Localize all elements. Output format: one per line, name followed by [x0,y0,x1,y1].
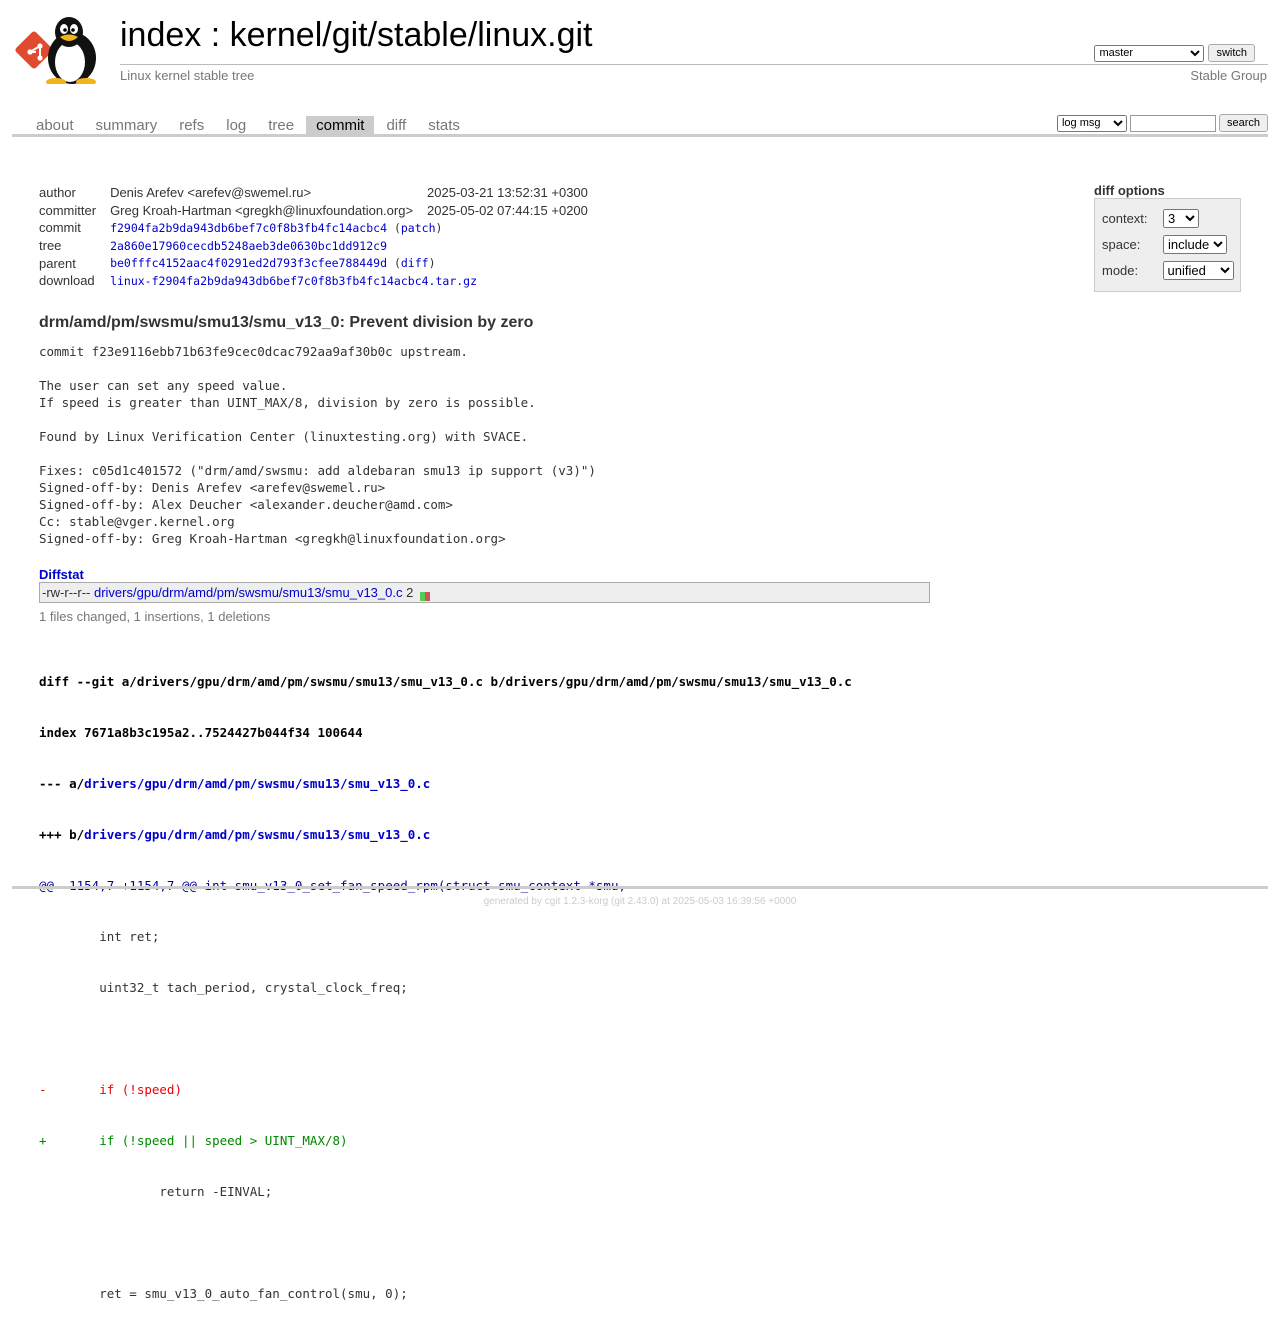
context-option: context: 3 [1102,209,1234,228]
diff-old-file-link[interactable]: drivers/gpu/drm/amd/pm/swsmu/smu13/smu_v… [84,776,430,791]
diff-plus-prefix: +++ b/ [39,827,85,842]
tab-stats[interactable]: stats [418,116,470,135]
footer-git-version: (git 2.43.0) [610,896,659,907]
context-select[interactable]: 3 [1163,209,1199,228]
diff-new-file-link[interactable]: drivers/gpu/drm/amd/pm/swsmu/smu13/smu_v… [84,827,430,842]
committer-date: 2025-05-02 07:44:15 +0200 [427,202,588,218]
cgit-link[interactable]: cgit 1.2.3-korg [545,896,608,907]
mode-label: mode: [1102,263,1139,278]
diffstat-change-count: 2 [406,585,414,600]
parent-diff-link[interactable]: diff [401,256,429,270]
space-label: space: [1102,237,1141,252]
tab-refs[interactable]: refs [169,116,214,135]
space-select[interactable]: include [1163,235,1227,254]
diff-line: uint32_t tach_period, crystal_clock_freq… [39,980,408,995]
diff-line: ret = smu_v13_0_auto_fan_control(smu, 0)… [39,1286,408,1301]
tab-tree[interactable]: tree [258,116,304,135]
author-value: Denis Arefev <arefev@swemel.ru> [110,185,312,201]
diff-options-panel: context: 3 space: include mode: unified [1094,198,1241,292]
parent-label: parent [39,255,76,271]
commit-row: commit f2904fa2b9da943db6bef7c0f8b3fb4fc… [39,219,602,237]
commit-label: commit [39,220,81,236]
cgit-logo[interactable] [14,12,110,86]
tree-sha-cell: 2a860e17960cecdb5248aeb3de0630bc1dd912c9 [110,237,602,255]
tab-diff[interactable]: diff [376,116,416,135]
tab-bar: about summary refs log tree commit diff … [12,114,1268,137]
diff-index-line: index 7671a8b3c195a2..7524427b044f34 100… [39,725,363,740]
diff-minus-prefix: --- a/ [39,776,85,791]
search-button[interactable]: search [1218,114,1268,132]
context-label: context: [1102,211,1148,226]
footer: generated by cgit 1.2.3-korg (git 2.43.0… [0,896,1280,907]
branch-select[interactable]: master [1094,44,1205,62]
tab-commit[interactable]: commit [306,116,375,135]
download-tarball-link[interactable]: linux-f2904fa2b9da943db6bef7c0f8b3fb4fc1… [110,274,477,288]
diff-git-header: diff --git a/drivers/gpu/drm/amd/pm/swsm… [39,674,852,689]
committer-label: committer [39,202,97,218]
parent-row: parent be0fffc4152aac4f0291ed2d793f3cfee… [39,254,602,272]
search-input[interactable] [1129,114,1216,132]
patch-link[interactable]: patch [401,221,436,235]
tab-summary[interactable]: summary [86,116,168,135]
download-row: download linux-f2904fa2b9da943db6bef7c0f… [39,272,602,290]
title-index-link[interactable]: index [120,16,201,54]
parent-sha-cell: be0fffc4152aac4f0291ed2d793f3cfee788449d… [110,256,436,271]
repo-description: Linux kernel stable tree [120,68,255,83]
mode-option: mode: unified [1102,261,1234,280]
diff-line-added: + if (!speed || speed > UINT_MAX/8) [39,1133,348,1148]
tree-label: tree [39,238,62,254]
tab-log[interactable]: log [216,116,256,135]
diffstat-summary: 1 files changed, 1 insertions, 1 deletio… [39,609,271,624]
branch-switch-form: master switch [1094,44,1255,62]
commit-info-table: author Denis Arefev <arefev@swemel.ru> 2… [39,184,602,290]
commit-sha-link[interactable]: f2904fa2b9da943db6bef7c0f8b3fb4fc14acbc4 [110,221,387,235]
tree-row: tree 2a860e17960cecdb5248aeb3de0630bc1dd… [39,237,602,255]
download-label: download [39,273,95,289]
diff-line [39,1030,852,1047]
committer-value: Greg Kroah-Hartman <gregkh@linuxfoundati… [110,202,414,218]
tab-list: about summary refs log tree commit diff … [26,116,472,135]
repo-owner: Stable Group [1190,68,1267,83]
tux-git-logo-icon [15,17,96,86]
diff-plus-header: +++ b/drivers/gpu/drm/amd/pm/swsmu/smu13… [39,826,852,843]
footer-prefix: generated by [483,896,542,907]
mode-select[interactable]: unified [1162,261,1234,280]
search-scope-select[interactable]: log msg [1056,114,1127,132]
page-title: index : kernel/git/stable/linux.git [120,16,593,55]
switch-button[interactable]: switch [1208,44,1255,62]
tab-about[interactable]: about [26,116,84,135]
header-divider [120,64,1268,65]
committer-row: committer Greg Kroah-Hartman <gregkh@lin… [39,202,602,220]
author-date: 2025-03-21 13:52:31 +0300 [427,185,588,201]
space-option: space: include [1102,235,1234,254]
file-mode: -rw-r--r-- [42,585,91,600]
diffstat-file-link[interactable]: drivers/gpu/drm/amd/pm/swsmu/smu13/smu_v… [94,585,403,600]
diffstat-table: -rw-r--r-- drivers/gpu/drm/amd/pm/swsmu/… [39,582,930,603]
title-repo-link[interactable]: kernel/git/stable/linux.git [230,16,593,54]
diff-minus-header: --- a/drivers/gpu/drm/amd/pm/swsmu/smu13… [39,775,852,792]
commit-message-body: commit f23e9116ebb71b63fe9cec0dcac792aa9… [39,344,596,546]
footer-timestamp: at 2025-05-03 16:39:56 +0000 [661,896,797,907]
footer-divider [12,886,1268,889]
diffstat-graph-deletions [424,592,430,602]
author-row: author Denis Arefev <arefev@swemel.ru> 2… [39,184,602,202]
diff-options-title: diff options [1094,183,1165,198]
diffstat-link[interactable]: Diffstat [39,567,84,582]
title-separator: : [210,16,221,54]
diff-view: diff --git a/drivers/gpu/drm/amd/pm/swsm… [39,639,852,1319]
search-form: log msg search [1056,114,1268,132]
diffstat-row: -rw-r--r-- drivers/gpu/drm/amd/pm/swsmu/… [42,585,430,602]
diff-line-removed: - if (!speed) [39,1082,182,1097]
diff-line: int ret; [39,929,160,944]
tree-sha-link[interactable]: 2a860e17960cecdb5248aeb3de0630bc1dd912c9 [110,239,387,253]
diff-line: return -EINVAL; [39,1184,273,1199]
diff-line [39,1234,852,1251]
commit-sha-cell: f2904fa2b9da943db6bef7c0f8b3fb4fc14acbc4… [110,220,443,235]
author-label: author [39,185,76,201]
parent-sha-link[interactable]: be0fffc4152aac4f0291ed2d793f3cfee788449d [110,256,387,270]
diffstat-graph [419,589,430,602]
commit-subject: drm/amd/pm/swsmu/smu13/smu_v13_0: Preven… [39,314,534,331]
download-cell: linux-f2904fa2b9da943db6bef7c0f8b3fb4fc1… [110,272,602,290]
